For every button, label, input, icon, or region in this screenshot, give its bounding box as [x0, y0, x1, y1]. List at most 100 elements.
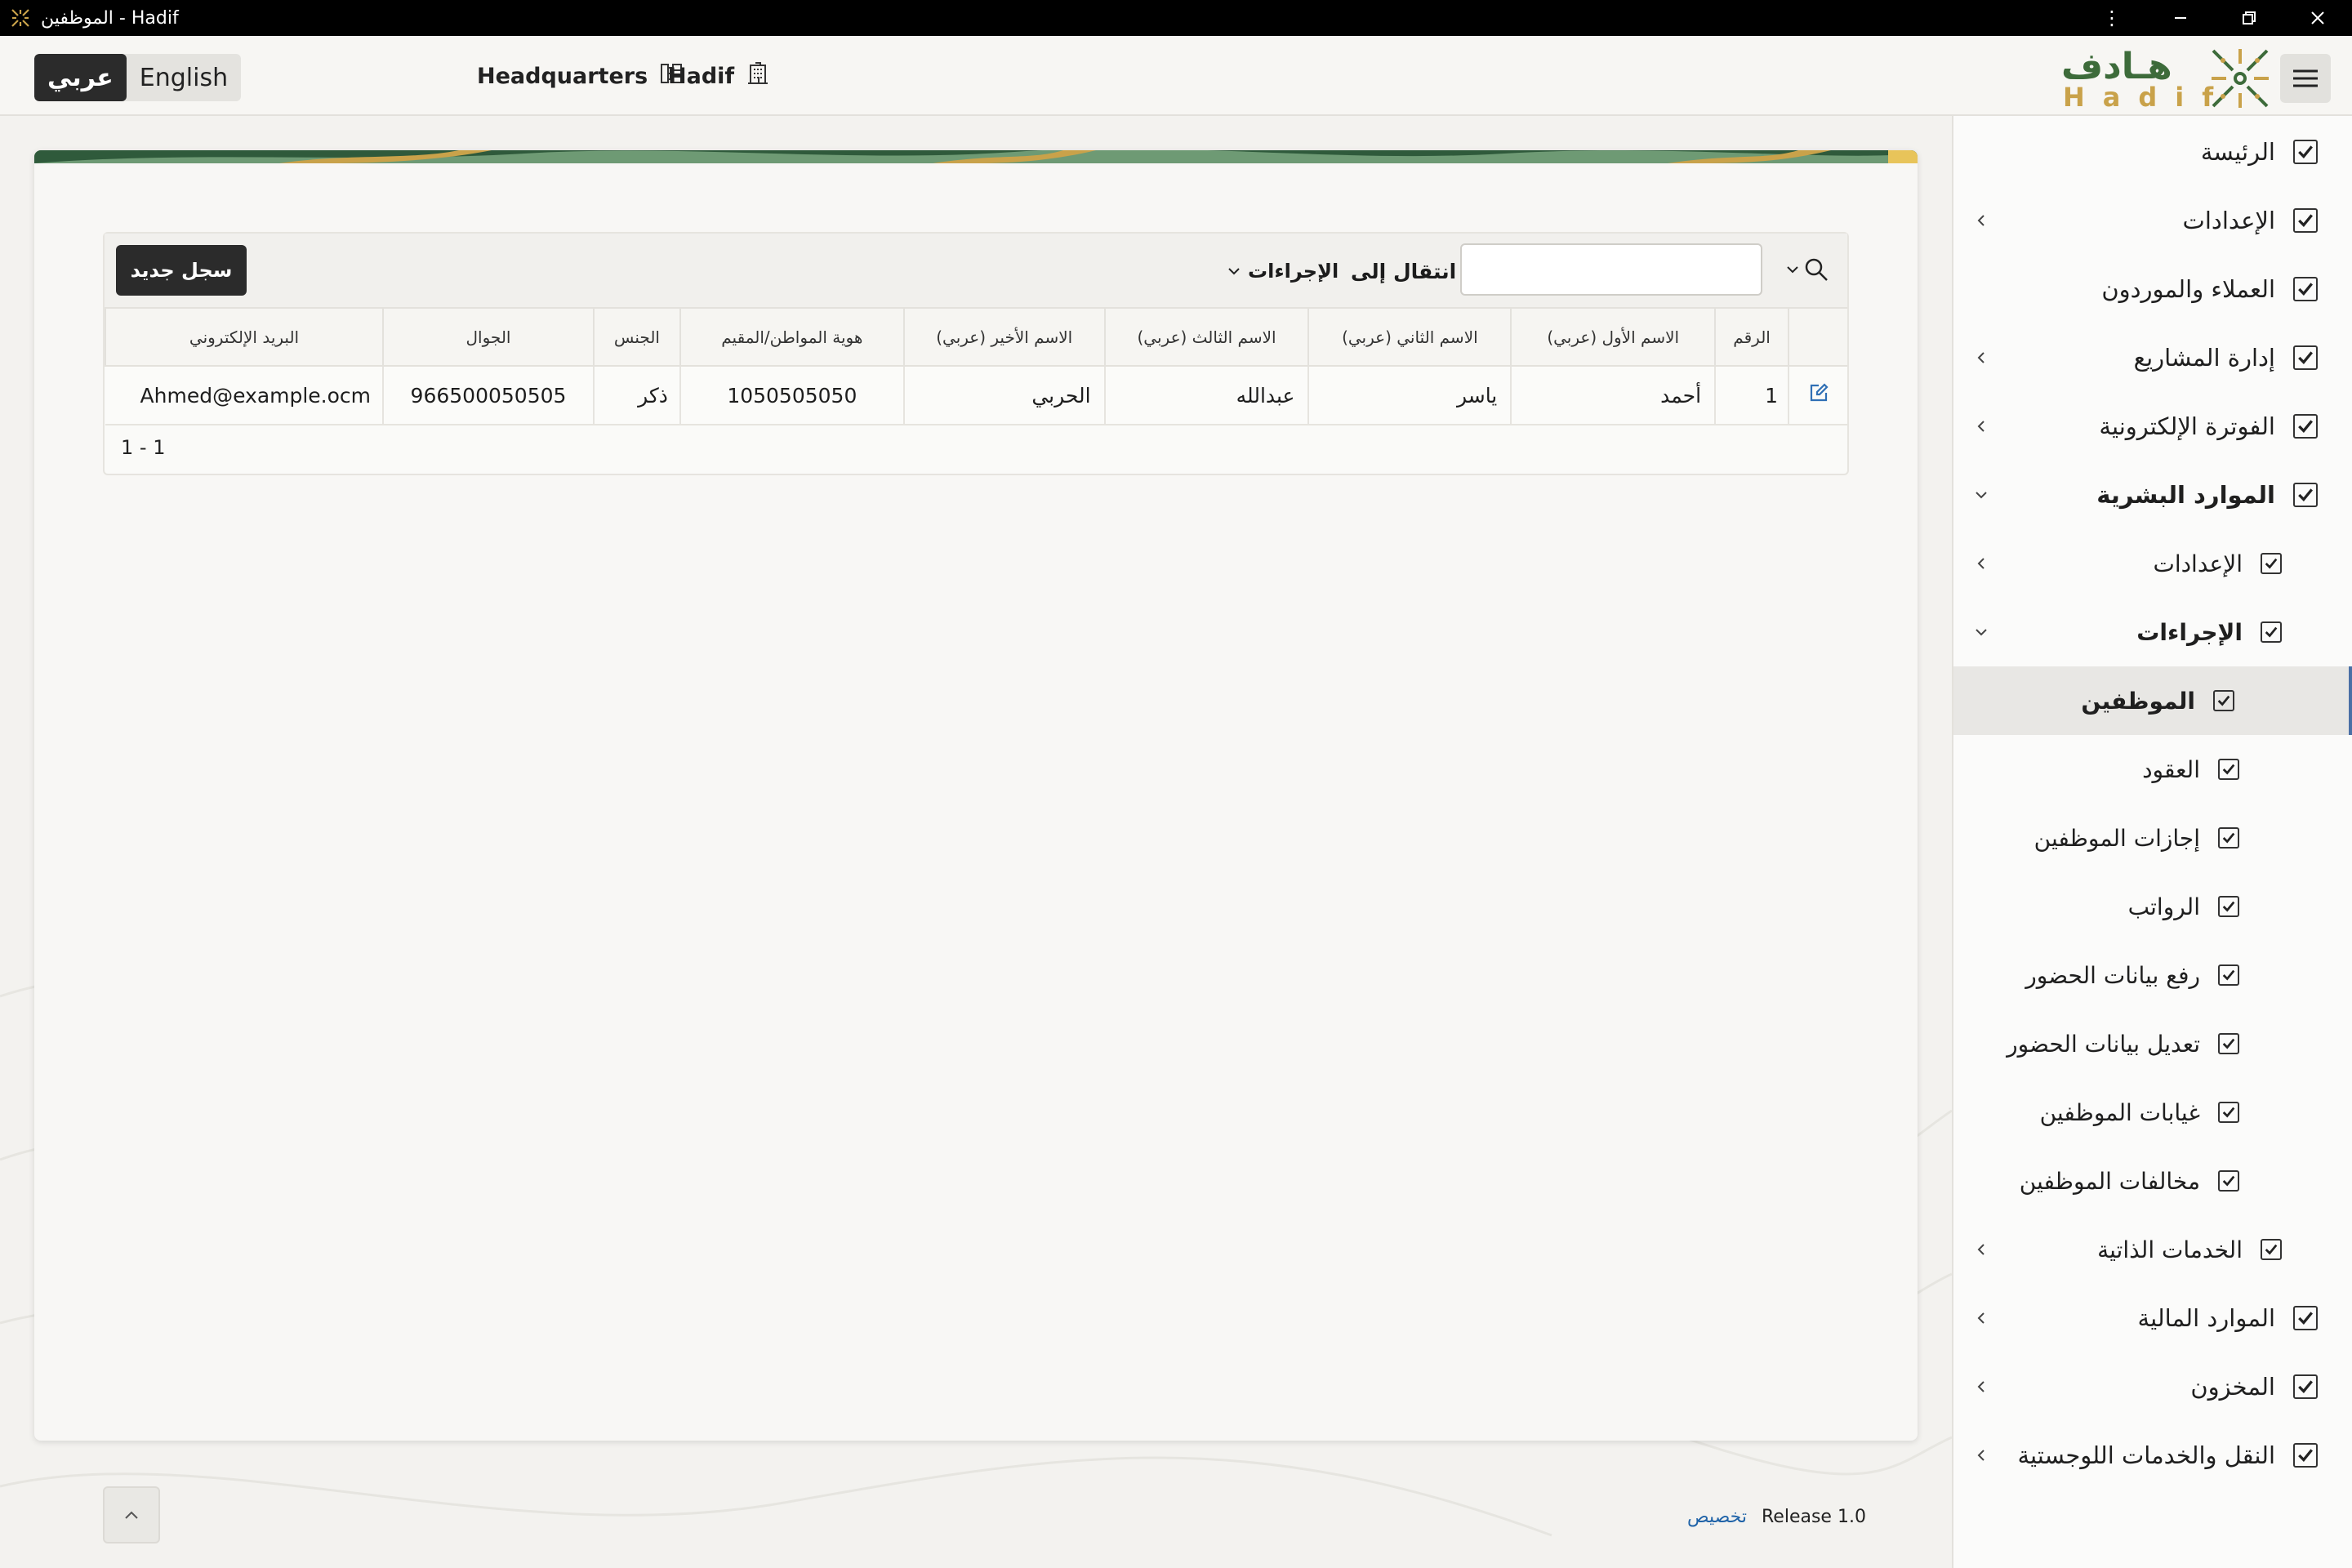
chevron-left-icon[interactable] — [1968, 1374, 1994, 1400]
checkbox-icon — [2218, 1033, 2239, 1054]
column-header-third-name[interactable]: الاسم الثالث (عربي) — [1103, 309, 1309, 367]
column-header-mobile[interactable]: الجوال — [382, 309, 594, 367]
release-version: Release 1.0 — [1762, 1506, 1866, 1527]
chevron-left-icon[interactable] — [1968, 550, 1994, 577]
sidebar-item-label: الموارد البشرية — [2096, 481, 2275, 509]
chevron-left-icon[interactable] — [1968, 1442, 1994, 1468]
sidebar-item[interactable]: النقل والخدمات اللوجستية — [1953, 1421, 2352, 1490]
sidebar-item-label: العملاء والموردون — [2101, 275, 2275, 303]
building-icon — [746, 61, 770, 91]
column-header-last-name[interactable]: الاسم الأخير (عربي) — [902, 309, 1105, 367]
search-column-button[interactable] — [1779, 252, 1836, 287]
chevron-left-icon[interactable] — [1968, 413, 1994, 439]
column-header-email[interactable]: البريد الإلكتروني — [104, 309, 384, 367]
sidebar-item[interactable]: إدارة المشاريع — [1953, 323, 2352, 392]
customize-link[interactable]: تخصيص — [1687, 1507, 1747, 1527]
sidebar-item[interactable]: العقود — [1953, 735, 2352, 804]
sidebar-item[interactable]: العملاء والموردون — [1953, 255, 2352, 323]
sidebar-item[interactable]: الموارد البشرية — [1953, 461, 2352, 529]
organization-selector[interactable]: Hadif — [668, 59, 770, 93]
restore-icon[interactable] — [2215, 0, 2283, 36]
sidebar-item-label: غيابات الموظفين — [2039, 1098, 2200, 1126]
checkbox-icon — [2293, 414, 2318, 439]
region-banner — [34, 150, 1918, 163]
employees-table: الرقم الاسم الأول (عربي) الاسم الثاني (ع… — [104, 309, 1847, 425]
scroll-to-top-button[interactable] — [103, 1486, 160, 1544]
hadif-logo[interactable]: هـادف Hadif — [2058, 42, 2270, 113]
chevron-down-icon[interactable] — [1968, 619, 1994, 645]
checkbox-icon — [2293, 208, 2318, 233]
column-header-first-name[interactable]: الاسم الأول (عربي) — [1510, 309, 1716, 367]
checkbox-icon — [2218, 896, 2239, 917]
sidebar-item[interactable]: الرئيسة — [1953, 118, 2352, 186]
sidebar-item-label: الفوترة الإلكترونية — [2099, 412, 2275, 440]
sidebar-item-label: مخالفات الموظفين — [2019, 1167, 2200, 1195]
search-input[interactable] — [1460, 243, 1762, 296]
close-icon[interactable] — [2283, 0, 2352, 36]
chevron-left-icon[interactable] — [1968, 207, 1994, 234]
cell-number: 1 — [1714, 366, 1789, 425]
sidebar-item[interactable]: الخدمات الذاتية — [1953, 1215, 2352, 1284]
minimize-icon[interactable] — [2146, 0, 2215, 36]
edit-row-button[interactable] — [1788, 366, 1847, 425]
checkbox-icon — [2293, 140, 2318, 164]
chevron-left-icon[interactable] — [1968, 1236, 1994, 1263]
page-footer: تخصيص Release 1.0 — [1687, 1503, 1866, 1530]
sidebar-item[interactable]: الإعدادات — [1953, 529, 2352, 598]
sidebar-item[interactable]: الإجراءات — [1953, 598, 2352, 666]
chevron-left-icon[interactable] — [1968, 345, 1994, 371]
cell-national-id: 1050505050 — [679, 366, 904, 425]
checkbox-icon — [2218, 964, 2239, 986]
actions-menu-button[interactable]: الإجراءات — [1227, 255, 1339, 287]
hamburger-icon — [2293, 69, 2318, 87]
sidebar-item-label: النقل والخدمات اللوجستية — [2017, 1441, 2275, 1469]
sidebar-item[interactable]: تعديل بيانات الحضور — [1953, 1009, 2352, 1078]
sidebar-item[interactable]: إجازات الموظفين — [1953, 804, 2352, 872]
sidebar-item[interactable]: مخالفات الموظفين — [1953, 1147, 2352, 1215]
sidebar-item[interactable]: الفوترة الإلكترونية — [1953, 392, 2352, 461]
checkbox-icon — [2218, 1170, 2239, 1192]
checkbox-icon — [2293, 345, 2318, 370]
sidebar-item[interactable]: الموارد المالية — [1953, 1284, 2352, 1352]
logo-latin-text: Hadif — [2063, 82, 2231, 113]
employees-report: سجل جديد الإجراءات انتقال إلى الرقم الاس… — [103, 232, 1849, 475]
column-header-gender[interactable]: الجنس — [592, 309, 680, 367]
menu-toggle-button[interactable] — [2280, 54, 2331, 103]
sidebar-item-label: الإجراءات — [2136, 618, 2243, 646]
sidebar-item-label: المخزون — [2190, 1373, 2275, 1401]
checkbox-icon — [2213, 690, 2234, 711]
window-titlebar: الموظفين - Hadif ⋮ — [0, 0, 2352, 36]
sidebar-item[interactable]: غيابات الموظفين — [1953, 1078, 2352, 1147]
sidebar-item[interactable]: الموظفين — [1953, 666, 2352, 735]
cell-second-name: ياسر — [1307, 366, 1512, 425]
language-english[interactable]: English — [127, 54, 241, 101]
column-header-number[interactable]: الرقم — [1714, 309, 1789, 367]
sidebar-item-label: الموظفين — [2081, 687, 2195, 715]
app-header: عربي English Headquarters Hadif هـادف Ha… — [0, 36, 2352, 116]
checkbox-icon — [2293, 1374, 2318, 1399]
sidebar-item[interactable]: الرواتب — [1953, 872, 2352, 941]
checkbox-icon — [2261, 621, 2282, 643]
location-selector[interactable]: Headquarters — [477, 59, 684, 93]
checkbox-icon — [2218, 827, 2239, 849]
location-label: Headquarters — [477, 63, 648, 89]
more-vertical-icon[interactable]: ⋮ — [2078, 0, 2146, 36]
sidebar-item[interactable]: المخزون — [1953, 1352, 2352, 1421]
chevron-down-icon — [1228, 268, 1240, 275]
checkbox-icon — [2293, 1443, 2318, 1468]
sidebar-item[interactable]: رفع بيانات الحضور — [1953, 941, 2352, 1009]
new-record-button[interactable]: سجل جديد — [116, 245, 247, 296]
language-arabic[interactable]: عربي — [34, 54, 127, 101]
cell-mobile: 966500050505 — [382, 366, 594, 425]
column-header-second-name[interactable]: الاسم الثاني (عربي) — [1307, 309, 1512, 367]
employees-region: سجل جديد الإجراءات انتقال إلى الرقم الاس… — [34, 150, 1918, 1441]
column-header-national-id[interactable]: هوية المواطن/المقيم — [679, 309, 904, 367]
chevron-down-icon[interactable] — [1968, 482, 1994, 508]
checkbox-icon — [2218, 759, 2239, 780]
sidebar-item[interactable]: الإعدادات — [1953, 186, 2352, 255]
sidebar-item-label: الموارد المالية — [2137, 1304, 2275, 1332]
chevron-left-icon[interactable] — [1968, 1305, 1994, 1331]
sidebar-item-label: إدارة المشاريع — [2133, 344, 2275, 372]
sidebar-item-label: الإعدادات — [2153, 550, 2243, 577]
checkbox-icon — [2293, 483, 2318, 507]
